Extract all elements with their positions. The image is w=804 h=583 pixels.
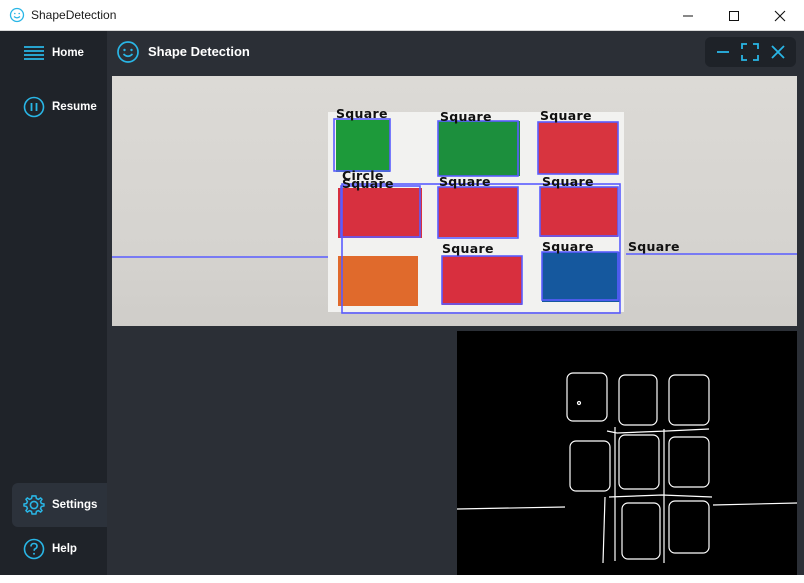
detection-label: Square [542,239,594,254]
sticker-red [442,256,522,305]
sticker-red [438,187,518,237]
close-icon [774,10,786,21]
view-close-button[interactable] [767,41,789,63]
fullscreen-icon [741,43,760,61]
fullscreen-button[interactable] [739,41,761,63]
title-bar: ShapeDetection [0,0,804,31]
view-controls [705,37,796,67]
gear-icon [22,493,46,517]
smiley-icon [117,41,139,63]
sticker-red [538,122,618,174]
sidebar-item-resume[interactable]: Resume [12,85,107,129]
maximize-icon [729,10,739,21]
sidebar-item-label: Home [52,47,84,59]
view-minimize-button[interactable] [712,41,734,63]
detection-label: Square [442,241,494,256]
window-bottom-edge [0,575,804,583]
sticker-green [336,120,390,172]
sticker-orange [338,256,418,306]
minimize-icon [683,15,693,16]
edge-map-view [457,331,797,575]
detection-label: Square [342,176,394,191]
sidebar-item-help[interactable]: Help [12,527,107,571]
page-title: Shape Detection [148,44,250,59]
sidebar-item-label: Help [52,543,77,555]
sidebar-item-home[interactable]: Home [12,31,107,75]
detection-label: Square [440,109,492,124]
detection-label: Square [540,108,592,123]
sticker-red [338,188,422,238]
help-icon [22,537,46,561]
detection-label: Square [439,174,491,189]
detection-label: Square [336,106,388,121]
maximize-button[interactable] [711,0,757,31]
sticker-green [438,121,520,176]
camera-feed: Square Square Square Circle Square Squar… [112,76,797,326]
app-smiley-icon [9,7,25,23]
detection-label: Square [628,239,680,254]
app-window: ShapeDetection Home Resume Settings Help… [0,0,804,583]
sidebar: Home Resume Settings Help [0,31,107,583]
minimize-button[interactable] [665,0,711,31]
content-header: Shape Detection [107,31,804,73]
pause-icon [22,95,46,119]
close-button[interactable] [757,0,803,31]
sticker-red [540,187,618,237]
detection-label: Square [542,174,594,189]
sidebar-item-settings[interactable]: Settings [12,483,107,527]
sidebar-item-label: Resume [52,101,97,113]
window-title: ShapeDetection [31,8,117,22]
menu-icon [22,41,46,65]
sidebar-item-label: Settings [52,499,98,511]
close-icon [771,45,785,59]
minimize-icon [716,51,729,53]
sticker-blue [542,252,620,302]
